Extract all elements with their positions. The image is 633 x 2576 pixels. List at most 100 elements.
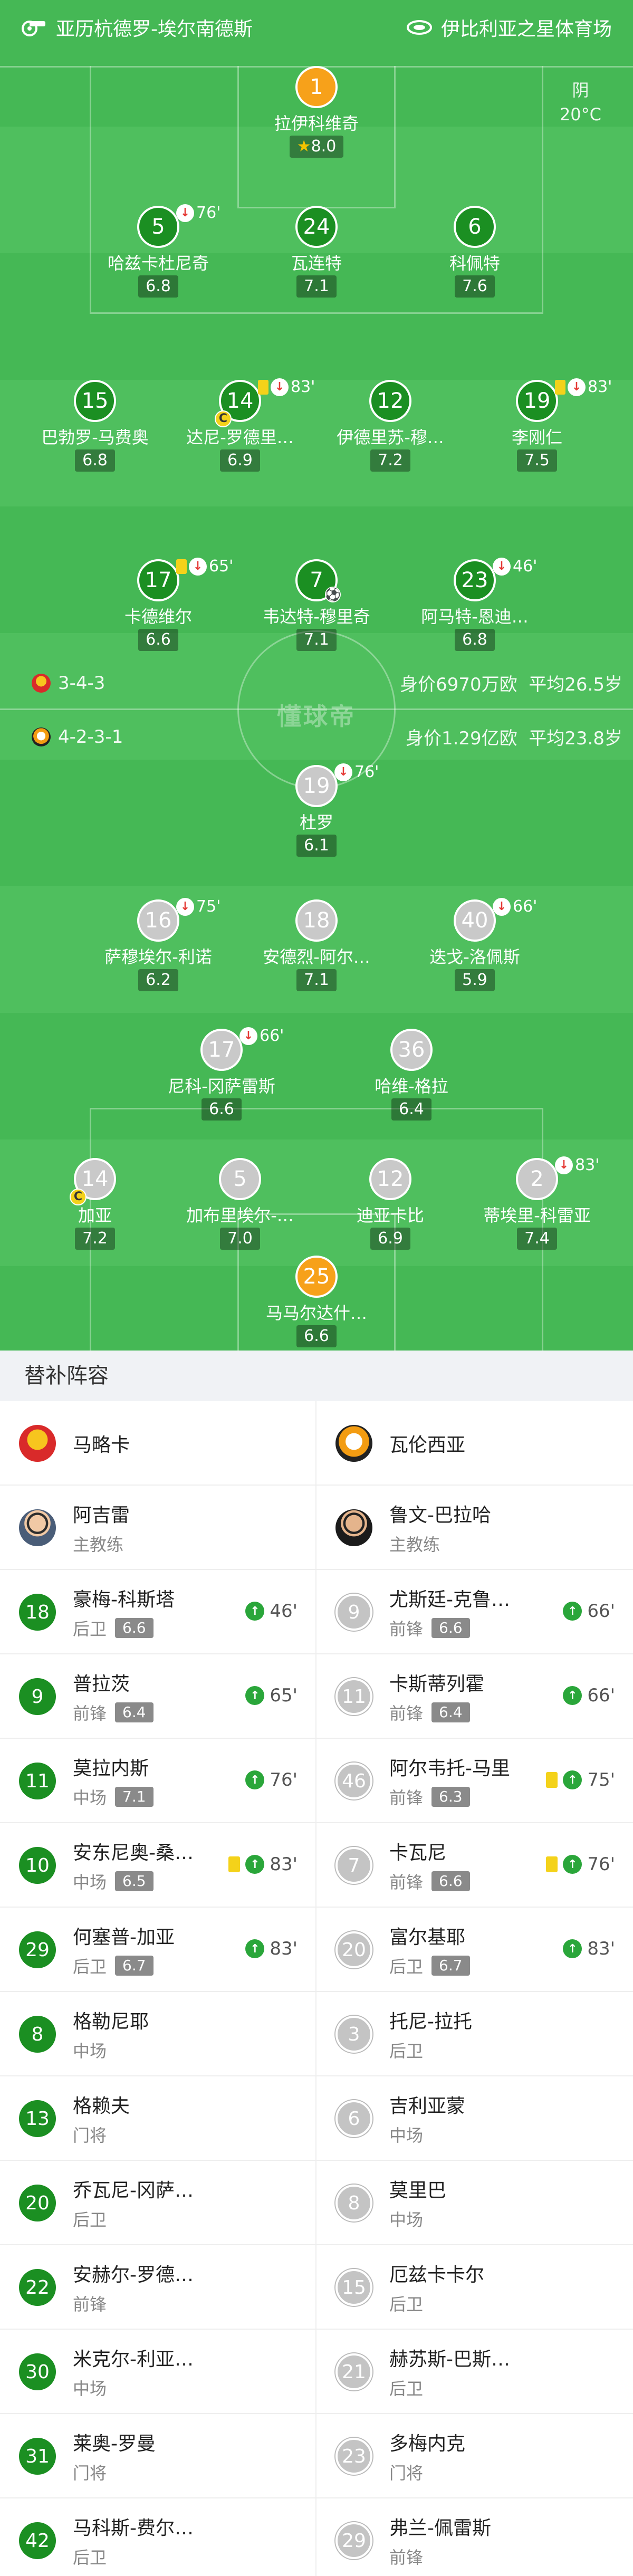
player-name: 杜罗 (299, 812, 333, 832)
player-number: 19 ↓ 83' (516, 378, 612, 422)
home-coach-cell[interactable]: 阿吉雷 主教练 (0, 1486, 316, 1570)
player-away[interactable]: 5 加布里埃尔-… 7.0 (156, 1158, 324, 1250)
substitute-player[interactable]: 29 弗兰-佩雷斯 前锋 (316, 2498, 633, 2576)
home-avg-age: 平均26.5岁 (529, 674, 622, 695)
away-squad-value: 身价1.29亿欧 (405, 728, 517, 749)
player-rating: 6.7 (431, 1956, 470, 1976)
player-position-row: 中场 (389, 2207, 446, 2231)
player-away[interactable]: 18 安德烈-阿尔… 7.1 (232, 899, 401, 991)
substitute-player[interactable]: 23 多梅内克 门将 (316, 2414, 633, 2498)
player-home[interactable]: 5 ↓ 76' 哈兹卡杜尼奇 6.8 (74, 204, 243, 298)
player-away[interactable]: 16 ↓ 75' 萨穆埃尔-利诺 6.2 (74, 897, 243, 991)
player-position: 中场 (389, 2210, 424, 2230)
player-number: 23 ↓ 46' (454, 557, 537, 601)
sub-on-indicator: ↑ 83' (228, 1854, 298, 1875)
player-name: 安东尼奥-桑… (73, 1842, 194, 1864)
yellow-card-icon (176, 559, 187, 574)
player-position-row: 后卫 6.6 (73, 1616, 175, 1640)
player-position-row: 后卫 6.7 (73, 1953, 175, 1978)
player-home[interactable]: 7 ⚽ 韦达特-穆里奇 7.1 (232, 559, 401, 651)
player-away[interactable]: 12 迪亚卡比 6.9 (306, 1158, 475, 1250)
player-home[interactable]: 6 科佩特 7.6 (390, 206, 559, 298)
substitute-player[interactable]: 11 莫拉内斯 中场 7.1 ↑ 76' (0, 1739, 316, 1823)
player-home[interactable]: 15 巴勃罗-马费奥 6.8 (11, 380, 179, 472)
substitute-player[interactable]: 42 马科斯-费尔… 后卫 (0, 2498, 316, 2576)
away-coach-cell[interactable]: 鲁文-巴拉哈 主教练 (316, 1486, 633, 1570)
player-home[interactable]: 17 ↓ 65' 卡德维尔 6.6 (74, 557, 243, 651)
sub-on-indicator: ↑ 76' (546, 1854, 615, 1875)
player-rating: 7.1 (296, 275, 337, 298)
substitute-player[interactable]: 20 富尔基耶 后卫 6.7 ↑ 83' (316, 1908, 633, 1992)
player-number: 17 ↓ 66' (200, 1027, 284, 1071)
substitute-player[interactable]: 10 安东尼奥-桑… 中场 6.5 ↑ 83' (0, 1823, 316, 1908)
player-rating: 6.8 (75, 449, 115, 472)
substitute-player[interactable]: 9 普拉茨 前锋 6.4 ↑ 65' (0, 1654, 316, 1739)
whistle-icon (22, 21, 45, 36)
sub-minute: 66' (587, 1601, 615, 1622)
player-name: 卡德维尔 (124, 607, 192, 627)
player-position: 后卫 (389, 1957, 424, 1977)
player-name: 赫苏斯-巴斯… (389, 2349, 510, 2370)
substitute-player[interactable]: 7 卡瓦尼 前锋 6.6 ↑ 76' (316, 1823, 633, 1908)
substitute-player[interactable]: 8 莫里巴 中场 (316, 2161, 633, 2245)
player-home[interactable]: 23 ↓ 46' 阿马特-恩迪… 6.8 (390, 557, 559, 651)
player-position-row: 前锋 6.4 (389, 1700, 484, 1725)
player-away-gk[interactable]: 25 马马尔达什… 6.6 (232, 1256, 401, 1347)
substitute-player[interactable]: 46 阿尔韦托-马里 前锋 6.3 ↑ 75' (316, 1739, 633, 1823)
substitute-player[interactable]: 21 赫苏斯-巴斯… 后卫 (316, 2330, 633, 2414)
away-team-cell[interactable]: 瓦伦西亚 (316, 1401, 633, 1486)
coach-role: 主教练 (73, 1535, 124, 1555)
substitute-player[interactable]: 15 厄兹卡卡尔 后卫 (316, 2245, 633, 2330)
player-name: 加亚 (78, 1205, 112, 1225)
player-home[interactable]: 12 伊德里苏-穆… 7.2 (306, 380, 475, 472)
player-position: 中场 (73, 2041, 107, 2061)
sub-off-indicator: ↓ 65' (176, 557, 233, 576)
player-away[interactable]: 14 C 加亚 7.2 (11, 1158, 179, 1250)
team-name: 马略卡 (73, 1434, 130, 1456)
bench-row: 11 莫拉内斯 中场 7.1 ↑ 76' 46 阿尔韦托-马里 前锋 6.3 ↑ 75' (0, 1739, 633, 1823)
substitute-player[interactable]: 29 何塞普-加亚 后卫 6.7 ↑ 83' (0, 1908, 316, 1992)
player-home[interactable]: 24 瓦连特 7.1 (232, 206, 401, 298)
player-number: 6 (335, 2100, 372, 2137)
substitute-player[interactable]: 30 米克尔-利亚… 中场 (0, 2330, 316, 2414)
player-away[interactable]: 19 ↓ 76' 杜罗 6.1 (232, 763, 401, 857)
substitute-player[interactable]: 13 格赖夫 门将 (0, 2076, 316, 2161)
sub-off-indicator: ↓ 76' (176, 204, 220, 222)
substitute-player[interactable]: 3 托尼-拉托 后卫 (316, 1992, 633, 2076)
sub-on-indicator: ↑ 83' (245, 1938, 298, 1959)
captain-badge: C (70, 1189, 87, 1205)
home-team-cell[interactable]: 马略卡 (0, 1401, 316, 1486)
player-number: 5 (219, 1158, 261, 1200)
player-away[interactable]: 36 哈维-格拉 6.4 (327, 1029, 496, 1121)
player-away[interactable]: 17 ↓ 66' 尼科-冈萨雷斯 6.6 (137, 1027, 306, 1121)
substitute-player[interactable]: 31 莱奥-罗曼 门将 (0, 2414, 316, 2498)
player-name: 莫拉内斯 (73, 1758, 149, 1779)
player-position: 中场 (73, 1788, 107, 1808)
substitute-player[interactable]: 18 豪梅-科斯塔 后卫 6.6 ↑ 46' (0, 1570, 316, 1654)
substitute-player[interactable]: 22 安赫尔-罗德… 前锋 (0, 2245, 316, 2330)
substitute-player[interactable]: 6 吉利亚蒙 中场 (316, 2076, 633, 2161)
player-position: 前锋 (389, 1619, 424, 1639)
player-home[interactable]: 14 C ↓ 83' 达尼-罗德里… 6.9 (156, 378, 324, 472)
sub-on-indicator: ↑ 66' (563, 1685, 615, 1706)
substitute-player[interactable]: 8 格勒尼耶 中场 (0, 1992, 316, 2076)
sub-off-icon: ↓ (176, 897, 194, 916)
player-position-row: 门将 (73, 2122, 130, 2147)
sub-off-icon: ↓ (271, 378, 289, 396)
player-home[interactable]: 19 ↓ 83' 李刚仁 7.5 (453, 378, 621, 472)
sub-on-indicator: ↑ 75' (546, 1769, 615, 1790)
yellow-card-icon (546, 1772, 558, 1788)
player-home-gk[interactable]: 1 拉伊科维奇 ★8.0 (232, 66, 401, 158)
sub-on-indicator: ↑ 76' (245, 1769, 298, 1790)
player-position-row: 门将 (389, 2460, 465, 2484)
substitute-player[interactable]: 20 乔瓦尼-冈萨… 后卫 (0, 2161, 316, 2245)
player-name: 多梅内克 (389, 2433, 466, 2455)
substitute-player[interactable]: 9 尤斯廷-克鲁… 前锋 6.6 ↑ 66' (316, 1570, 633, 1654)
player-away[interactable]: 40 ↓ 66' 迭戈-洛佩斯 5.9 (390, 897, 559, 991)
substitute-player[interactable]: 11 卡斯蒂列霍 前锋 6.4 ↑ 66' (316, 1654, 633, 1739)
player-position: 前锋 (389, 1703, 424, 1723)
player-away[interactable]: 2 ↓ 83' 蒂埃里-科雷亚 7.4 (453, 1156, 621, 1250)
player-position-row: 后卫 6.7 (389, 1953, 470, 1978)
stadium-icon (406, 20, 432, 35)
player-position: 后卫 (389, 2294, 424, 2314)
